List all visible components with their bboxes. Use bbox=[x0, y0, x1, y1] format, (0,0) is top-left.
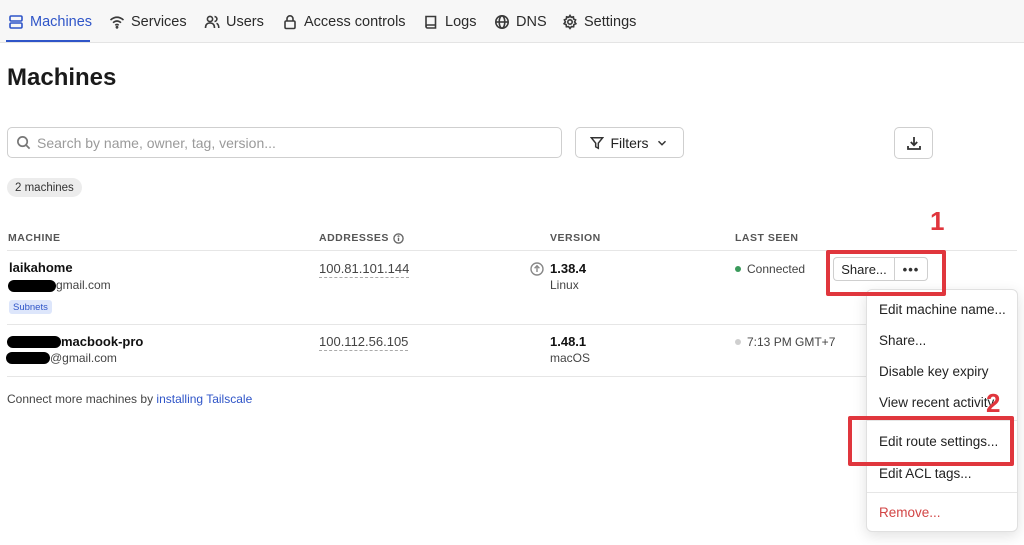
download-icon bbox=[906, 137, 921, 150]
redaction bbox=[7, 336, 61, 348]
users-icon bbox=[204, 15, 220, 28]
column-header-machine-label: MACHINE bbox=[8, 232, 61, 244]
nav-services[interactable]: Services bbox=[109, 0, 187, 43]
wifi-icon bbox=[109, 15, 125, 29]
book-icon bbox=[425, 15, 437, 29]
export-button[interactable] bbox=[894, 127, 933, 159]
nav-settings[interactable]: Settings bbox=[562, 0, 636, 43]
lock-icon bbox=[284, 14, 296, 29]
nav-dns-label: DNS bbox=[516, 13, 547, 30]
page-title: Machines bbox=[7, 64, 117, 91]
server-icon bbox=[9, 14, 23, 29]
status-dot-connected bbox=[735, 266, 741, 272]
machine-owner-email: gmail.com bbox=[56, 278, 111, 292]
connect-more-prefix: Connect more machines by bbox=[7, 392, 157, 406]
nav-active-indicator bbox=[6, 40, 90, 42]
nav-settings-label: Settings bbox=[584, 13, 637, 30]
menu-item-edit-machine-name[interactable]: Edit machine name... bbox=[879, 302, 1006, 317]
globe-icon bbox=[495, 14, 509, 29]
gear-icon bbox=[562, 13, 578, 30]
install-tailscale-link[interactable]: installing Tailscale bbox=[156, 392, 252, 406]
machine-version: 1.48.1 bbox=[550, 334, 587, 349]
search-icon bbox=[17, 136, 31, 150]
nav-machines[interactable]: Machines bbox=[8, 0, 92, 43]
nav-users-label: Users bbox=[226, 13, 264, 30]
annotation-box-2 bbox=[848, 416, 1014, 466]
nav-services-label: Services bbox=[131, 13, 187, 30]
filter-icon bbox=[590, 136, 605, 149]
column-header-version-label: VERSION bbox=[550, 232, 601, 244]
nav-access-controls[interactable]: Access controls bbox=[282, 0, 406, 43]
annotation-number-2: 2 bbox=[986, 388, 1001, 418]
redaction bbox=[6, 352, 50, 364]
filters-button[interactable]: Filters bbox=[575, 127, 684, 158]
machine-owner-email: @gmail.com bbox=[50, 351, 117, 365]
machine-count-badge: 2 machines bbox=[7, 178, 82, 197]
column-header-last-seen-label: LAST SEEN bbox=[735, 232, 799, 244]
annotation-number-1: 1 bbox=[930, 206, 945, 236]
machine-os: Linux bbox=[550, 278, 579, 292]
nav-access-controls-label: Access controls bbox=[304, 13, 406, 30]
update-available-icon[interactable] bbox=[530, 262, 544, 276]
nav-dns[interactable]: DNS bbox=[494, 0, 547, 43]
machine-address[interactable]: 100.112.56.105 bbox=[319, 334, 409, 351]
nav-logs-label: Logs bbox=[445, 13, 477, 30]
menu-item-edit-acl-tags[interactable]: Edit ACL tags... bbox=[879, 466, 972, 481]
arrow-up-circle-icon bbox=[530, 262, 544, 276]
column-header-machine[interactable]: MACHINE bbox=[8, 232, 61, 244]
machine-address[interactable]: 100.81.101.144 bbox=[319, 261, 410, 278]
info-icon[interactable] bbox=[393, 232, 404, 244]
machine-name[interactable]: macbook-pro bbox=[61, 334, 143, 349]
last-seen-status: Connected bbox=[747, 262, 806, 276]
search-input[interactable] bbox=[37, 134, 537, 151]
filters-label: Filters bbox=[610, 134, 649, 151]
nav-logs[interactable]: Logs bbox=[423, 0, 476, 43]
chevron-down-icon bbox=[657, 140, 666, 146]
nav-users[interactable]: Users bbox=[204, 0, 264, 43]
menu-item-share[interactable]: Share... bbox=[879, 333, 926, 348]
search-box[interactable] bbox=[7, 127, 562, 158]
nav-machines-label: Machines bbox=[30, 13, 93, 30]
menu-item-remove[interactable]: Remove... bbox=[879, 505, 941, 520]
top-nav: Machines Services Users Access controls … bbox=[0, 0, 1024, 43]
machine-name[interactable]: laikahome bbox=[9, 260, 73, 275]
menu-item-disable-key-expiry[interactable]: Disable key expiry bbox=[879, 364, 989, 379]
redaction bbox=[8, 280, 56, 292]
annotation-box-1 bbox=[826, 250, 946, 296]
column-header-version[interactable]: VERSION bbox=[550, 232, 601, 244]
machine-os: macOS bbox=[550, 351, 591, 365]
last-seen-status: 7:13 PM GMT+7 bbox=[747, 335, 836, 349]
column-header-last-seen[interactable]: LAST SEEN bbox=[735, 232, 798, 244]
menu-item-view-recent-activity[interactable]: View recent activity bbox=[879, 395, 994, 410]
menu-divider bbox=[867, 492, 1017, 493]
column-header-addresses[interactable]: ADDRESSES bbox=[319, 232, 404, 244]
tag-badge: Subnets bbox=[9, 300, 52, 314]
connect-more-text: Connect more machines by installing Tail… bbox=[7, 392, 252, 406]
machine-version: 1.38.4 bbox=[550, 261, 587, 276]
status-dot-offline bbox=[735, 339, 741, 345]
column-header-addresses-label: ADDRESSES bbox=[319, 232, 389, 244]
